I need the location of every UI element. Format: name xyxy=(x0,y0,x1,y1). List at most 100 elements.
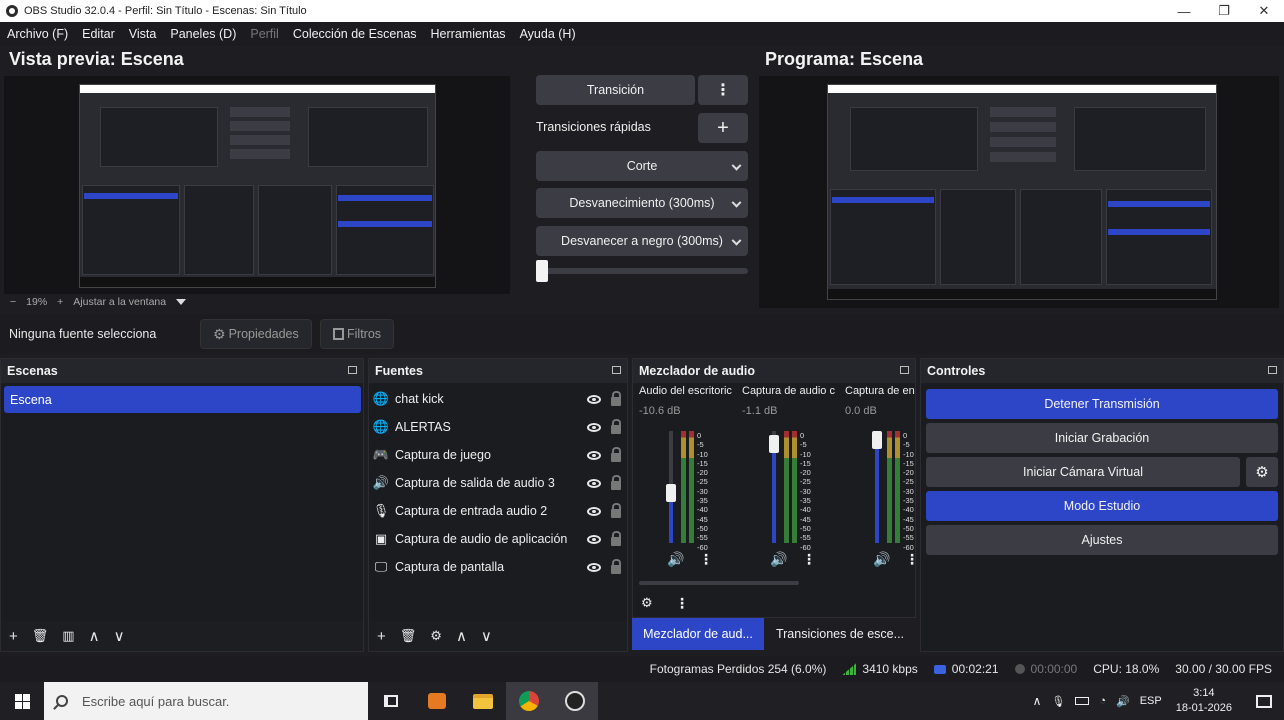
zoom-dropdown-icon[interactable] xyxy=(176,299,187,305)
transition-fade-button[interactable]: Desvanecimiento (300ms) xyxy=(536,188,748,218)
lock-icon[interactable] xyxy=(611,502,621,518)
tray-microphone-icon[interactable]: 🎙 xyxy=(1051,695,1065,708)
channel-menu-icon[interactable]: ⋮ xyxy=(699,551,713,568)
source-item[interactable]: ▣ Captura de audio de aplicación xyxy=(373,525,625,553)
mute-volume-icon[interactable]: 🔊 xyxy=(770,551,787,568)
visibility-eye-icon[interactable] xyxy=(587,562,601,572)
visibility-eye-icon[interactable] xyxy=(587,422,601,432)
scene-filters-button[interactable]: ▥ xyxy=(62,628,74,644)
db-scale-tick: -55 xyxy=(903,533,914,543)
lock-icon[interactable] xyxy=(611,446,621,462)
menu-ayuda[interactable]: Ayuda (H) xyxy=(520,27,576,41)
close-button[interactable]: ✕ xyxy=(1244,3,1284,19)
add-scene-button[interactable]: + xyxy=(9,628,18,645)
menu-editar[interactable]: Editar xyxy=(82,27,115,41)
transition-more-button[interactable]: ⋮ xyxy=(698,75,748,105)
lock-icon[interactable] xyxy=(611,530,621,546)
source-item[interactable]: 🌐 ALERTAS xyxy=(373,413,625,441)
chrome-app[interactable] xyxy=(506,682,552,720)
undock-icon[interactable] xyxy=(1268,366,1277,374)
menu-vista[interactable]: Vista xyxy=(129,27,157,41)
undock-icon[interactable] xyxy=(900,366,909,374)
undock-icon[interactable] xyxy=(348,366,357,374)
start-virtual-camera-button[interactable]: Iniciar Cámara Virtual xyxy=(926,457,1240,487)
tbar-slider-track[interactable] xyxy=(536,268,748,274)
settings-button[interactable]: Ajustes xyxy=(926,525,1278,555)
lock-icon[interactable] xyxy=(611,418,621,434)
lock-icon[interactable] xyxy=(611,474,621,490)
menu-herramientas[interactable]: Herramientas xyxy=(431,27,506,41)
tray-chevron-up-icon[interactable]: ∧ xyxy=(1033,694,1042,708)
visibility-eye-icon[interactable] xyxy=(587,394,601,404)
transition-fade-black-button[interactable]: Desvanecer a negro (300ms) xyxy=(536,226,748,256)
notifications-icon[interactable] xyxy=(1256,694,1272,708)
obs-icon xyxy=(565,691,585,711)
visibility-eye-icon[interactable] xyxy=(587,478,601,488)
move-source-up-button[interactable]: ∧ xyxy=(456,627,467,645)
visibility-eye-icon[interactable] xyxy=(587,450,601,460)
move-scene-down-button[interactable]: ∨ xyxy=(114,627,125,645)
properties-button[interactable]: ⚙ Propiedades xyxy=(200,319,312,349)
tray-network-icon[interactable]: ◔ xyxy=(1099,695,1106,707)
remove-source-button[interactable]: 🗑 xyxy=(400,628,417,644)
source-item[interactable]: 🌐 chat kick xyxy=(373,385,625,413)
maximize-button[interactable]: ❐ xyxy=(1204,3,1244,19)
mixer-advanced-settings-icon[interactable]: ⚙ xyxy=(641,595,653,611)
volume-fader-thumb[interactable] xyxy=(666,483,676,502)
lock-icon[interactable] xyxy=(611,390,621,406)
source-item[interactable]: 🔊 Captura de salida de audio 3 xyxy=(373,469,625,497)
tray-language[interactable]: ESP xyxy=(1140,695,1162,707)
channel-menu-icon[interactable]: ⋮ xyxy=(802,551,816,568)
undock-icon[interactable] xyxy=(612,366,621,374)
filters-button[interactable]: Filtros xyxy=(320,319,395,349)
volume-fader-thumb[interactable] xyxy=(872,430,882,449)
file-explorer-app[interactable] xyxy=(460,682,506,720)
source-item[interactable]: 🖵 Captura de pantalla xyxy=(373,553,625,581)
source-properties-button[interactable]: ⚙ xyxy=(430,628,442,644)
visibility-eye-icon[interactable] xyxy=(587,506,601,516)
tab-audio-mixer[interactable]: Mezclador de aud... xyxy=(632,618,764,650)
tray-battery-icon[interactable] xyxy=(1075,697,1090,705)
move-scene-up-button[interactable]: ∧ xyxy=(89,627,100,645)
tbar-slider-thumb[interactable] xyxy=(536,260,548,282)
fit-to-window-label[interactable]: Ajustar a la ventana xyxy=(73,296,166,308)
source-item[interactable]: 🎮 Captura de juego xyxy=(373,441,625,469)
move-source-down-button[interactable]: ∨ xyxy=(481,627,492,645)
start-recording-button[interactable]: Iniciar Grabación xyxy=(926,423,1278,453)
volume-fader-thumb[interactable] xyxy=(769,435,779,454)
minimize-button[interactable]: — xyxy=(1164,4,1204,19)
visibility-eye-icon[interactable] xyxy=(587,534,601,544)
add-source-button[interactable]: + xyxy=(377,628,386,645)
virtual-camera-settings-button[interactable]: ⚙ xyxy=(1246,457,1278,487)
menu-paneles[interactable]: Paneles (D) xyxy=(170,27,236,41)
menu-perfil[interactable]: Perfil xyxy=(250,27,278,41)
source-item[interactable]: 🎙 Captura de entrada audio 2 xyxy=(373,497,625,525)
mute-volume-icon[interactable]: 🔊 xyxy=(667,551,684,568)
media-player-app[interactable] xyxy=(414,682,460,720)
transition-button[interactable]: Transición xyxy=(536,75,695,105)
lock-icon[interactable] xyxy=(611,558,621,574)
obs-app[interactable] xyxy=(552,682,598,720)
channel-menu-icon[interactable]: ⋮ xyxy=(905,551,919,568)
mixer-menu-icon[interactable]: ⋮ xyxy=(675,595,689,612)
task-view-button[interactable] xyxy=(368,682,414,720)
mute-volume-icon[interactable]: 🔊 xyxy=(873,551,890,568)
menu-archivo[interactable]: Archivo (F) xyxy=(7,27,68,41)
add-quick-transition-button[interactable]: + xyxy=(698,113,748,143)
tray-volume-icon[interactable]: 🔊 xyxy=(1116,695,1130,708)
zoom-in-button[interactable]: + xyxy=(57,296,63,308)
menu-coleccion-escenas[interactable]: Colección de Escenas xyxy=(293,27,417,41)
start-button[interactable] xyxy=(0,693,44,709)
scene-item[interactable]: Escena xyxy=(4,386,361,413)
zoom-out-button[interactable]: − xyxy=(10,296,16,308)
studio-mode-button[interactable]: Modo Estudio xyxy=(926,491,1278,521)
preview-canvas[interactable] xyxy=(4,76,510,294)
tray-clock[interactable]: 3:14 18-01-2026 xyxy=(1176,686,1232,716)
transition-corte-button[interactable]: Corte xyxy=(536,151,748,181)
taskbar-search-box[interactable]: Escribe aquí para buscar. xyxy=(44,682,368,720)
stop-streaming-button[interactable]: Detener Transmisión xyxy=(926,389,1278,419)
mixer-scrollbar[interactable] xyxy=(639,581,799,585)
audio-mixer-dock: Mezclador de audio Audio del escritoric -… xyxy=(632,358,919,618)
remove-scene-button[interactable]: 🗑 xyxy=(32,628,49,644)
tab-scene-transitions[interactable]: Transiciones de esce... xyxy=(764,618,916,650)
